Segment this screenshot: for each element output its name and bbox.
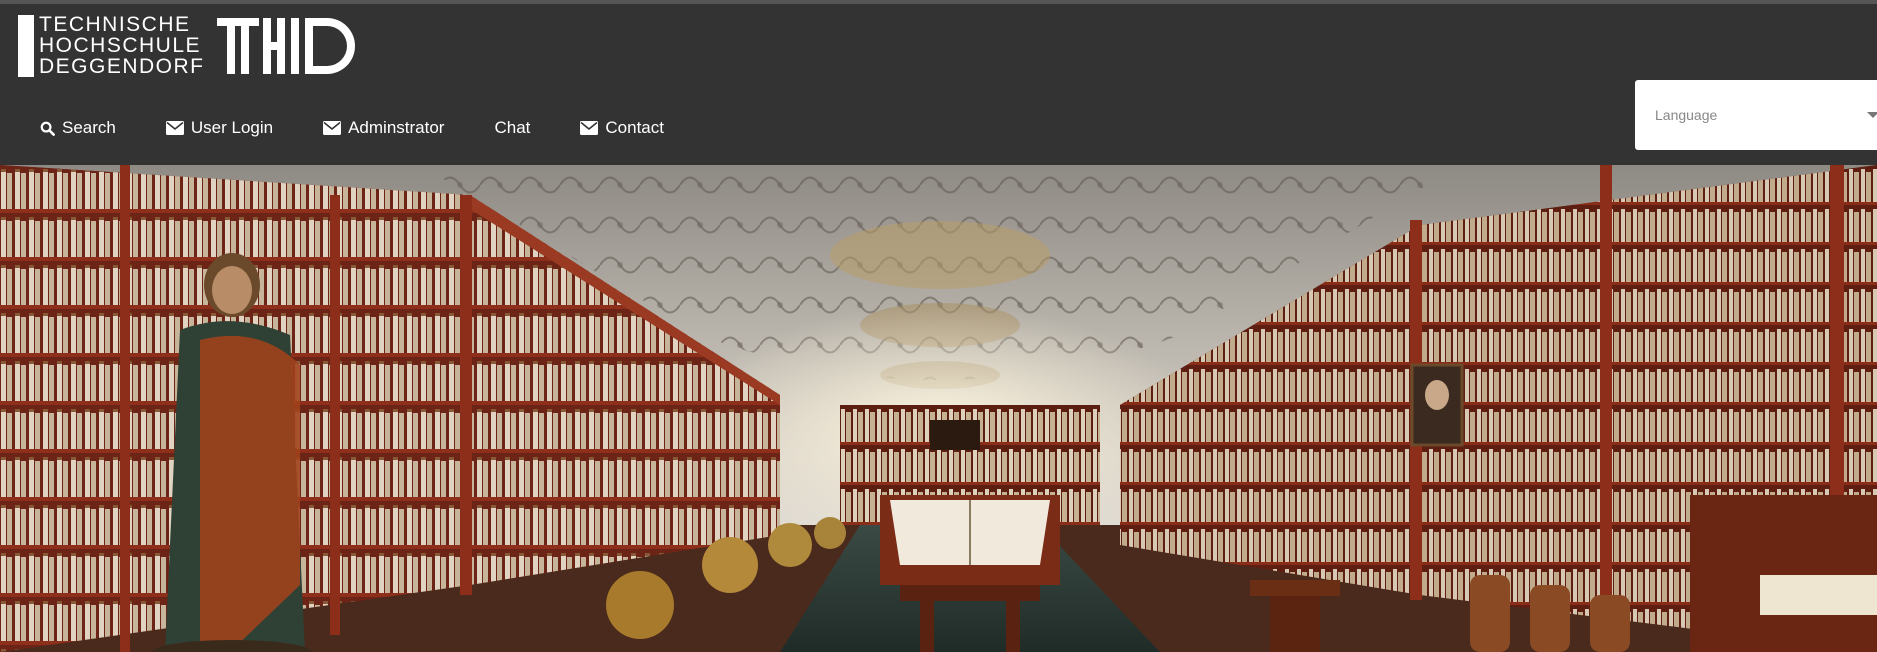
thd-logo-mark: [216, 18, 355, 74]
logo-line-1: TECHNISCHE: [39, 12, 191, 36]
envelope-icon: [165, 121, 184, 135]
nav-user-login-label: User Login: [190, 118, 274, 137]
nav-search-label: Search: [62, 118, 116, 137]
nav-user-login[interactable]: User Login: [165, 118, 274, 138]
nav-search[interactable]: Search: [40, 118, 116, 138]
search-icon: [40, 121, 55, 136]
hero-banner: [0, 165, 1877, 652]
nav-contact[interactable]: Contact: [580, 118, 664, 138]
envelope-icon: [323, 121, 342, 135]
nav-chat-label: Chat: [494, 118, 531, 137]
logo-wordmark: TECHNISCHE HOCHSCHULE DEGGENDORF: [39, 12, 205, 78]
library-hall-image: [0, 165, 1877, 652]
language-select-label: Language: [1655, 107, 1718, 123]
thd-logo[interactable]: TECHNISCHE HOCHSCHULE DEGGENDORF: [18, 12, 378, 80]
logo-bar: [18, 15, 34, 77]
logo-line-2: HOCHSCHULE: [39, 33, 202, 57]
main-nav: Search User Login Adminstrator Chat Cont: [40, 112, 714, 144]
logo-line-3: DEGGENDORF: [39, 54, 205, 78]
nav-contact-label: Contact: [605, 118, 664, 137]
nav-administrator-label: Adminstrator: [348, 118, 445, 137]
nav-administrator[interactable]: Adminstrator: [323, 118, 444, 138]
chevron-down-icon: [1867, 112, 1877, 118]
nav-chat[interactable]: Chat: [494, 118, 530, 138]
language-select[interactable]: Language: [1635, 80, 1877, 150]
header-bar: TECHNISCHE HOCHSCHULE DEGGENDORF Search: [0, 0, 1877, 165]
envelope-icon: [580, 121, 599, 135]
